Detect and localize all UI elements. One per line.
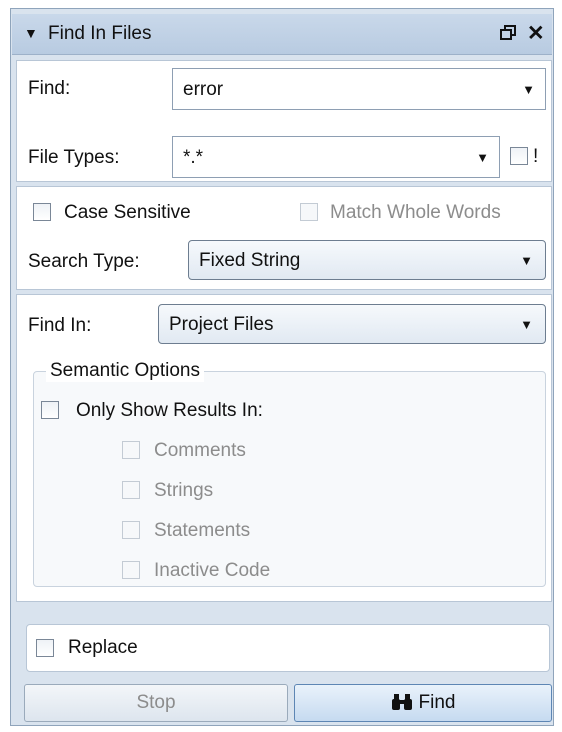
file-types-combobox[interactable]: *.* ▼ xyxy=(172,136,500,178)
exclude-label: ! xyxy=(533,146,539,167)
chevron-down-icon[interactable]: ▼ xyxy=(520,317,533,332)
case-sensitive-label[interactable]: Case Sensitive xyxy=(64,202,191,224)
file-types-label: File Types: xyxy=(28,147,120,168)
find-button[interactable]: Find xyxy=(294,684,552,722)
file-types-value: *.* xyxy=(183,147,204,168)
panel-titlebar: ▼ Find In Files ✕ xyxy=(12,14,552,55)
strings-label: Strings xyxy=(154,480,214,501)
match-whole-words-label: Match Whole Words xyxy=(330,202,501,223)
inactive-code-checkbox xyxy=(122,561,140,579)
find-in-label: Find In: xyxy=(28,315,92,336)
find-in-value: Project Files xyxy=(169,314,274,335)
search-type-dropdown[interactable]: Fixed String ▼ xyxy=(188,240,546,280)
only-show-results-checkbox[interactable] xyxy=(41,401,59,419)
panel-title: Find In Files xyxy=(48,23,152,44)
comments-label: Comments xyxy=(154,440,246,461)
find-combobox[interactable]: error ▼ xyxy=(172,68,546,110)
chevron-down-icon[interactable]: ▼ xyxy=(476,150,489,165)
binoculars-icon xyxy=(391,694,412,710)
close-icon[interactable]: ✕ xyxy=(527,21,545,46)
search-type-value: Fixed String xyxy=(199,250,301,271)
float-window-icon[interactable] xyxy=(499,21,517,48)
strings-checkbox xyxy=(122,481,140,499)
replace-label[interactable]: Replace xyxy=(68,637,138,659)
exclude-file-types-checkbox[interactable] xyxy=(510,147,528,165)
replace-checkbox[interactable] xyxy=(36,639,54,657)
comments-checkbox xyxy=(122,441,140,459)
statements-label: Statements xyxy=(154,520,251,541)
case-sensitive-checkbox[interactable] xyxy=(33,203,51,221)
find-label: Find: xyxy=(28,78,71,99)
chevron-down-icon[interactable]: ▼ xyxy=(522,82,535,97)
find-value: error xyxy=(183,79,224,100)
collapse-arrow-icon[interactable]: ▼ xyxy=(24,25,38,41)
statements-checkbox xyxy=(122,521,140,539)
find-in-dropdown[interactable]: Project Files ▼ xyxy=(158,304,546,344)
match-whole-words-checkbox xyxy=(300,203,318,221)
search-type-label: Search Type: xyxy=(28,251,140,272)
find-button-label: Find xyxy=(418,692,456,713)
inactive-code-label: Inactive Code xyxy=(154,560,271,581)
only-show-results-label[interactable]: Only Show Results In: xyxy=(76,400,263,422)
semantic-options-title: Semantic Options xyxy=(46,360,204,382)
stop-button[interactable]: Stop xyxy=(24,684,288,722)
chevron-down-icon[interactable]: ▼ xyxy=(520,253,533,268)
